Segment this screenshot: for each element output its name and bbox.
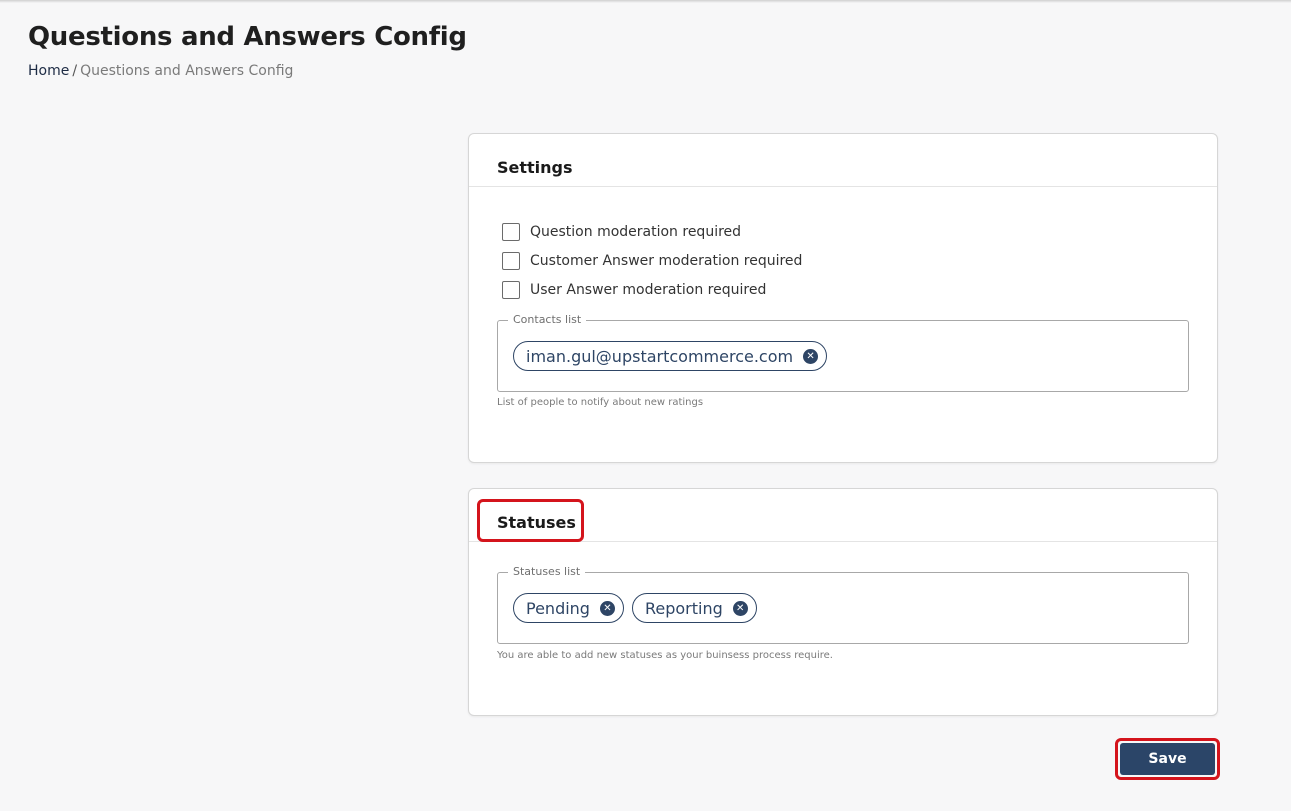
user-answer-moderation-checkbox[interactable]	[502, 281, 520, 299]
save-button[interactable]: Save	[1120, 743, 1215, 775]
remove-chip-icon[interactable]: ✕	[599, 600, 615, 616]
contacts-helper-text: List of people to notify about new ratin…	[497, 397, 704, 408]
statuses-helper-text: You are able to add new statuses as your…	[497, 650, 833, 661]
customer-answer-moderation-label: Customer Answer moderation required	[530, 253, 803, 269]
contacts-list-legend: Contacts list	[508, 313, 587, 326]
statuses-card-header: Statuses	[469, 489, 1217, 542]
question-moderation-row[interactable]: Question moderation required	[502, 223, 741, 241]
statuses-highlight-box	[477, 499, 584, 542]
top-shadow	[0, 0, 1291, 3]
customer-answer-moderation-row[interactable]: Customer Answer moderation required	[502, 252, 802, 270]
question-moderation-checkbox[interactable]	[502, 223, 520, 241]
save-highlight-box: Save	[1115, 738, 1220, 780]
status-chip-label: Reporting	[644, 598, 723, 618]
statuses-list-field[interactable]: Statuses list Pending ✕ Reporting ✕	[497, 565, 1189, 644]
remove-chip-icon[interactable]: ✕	[803, 348, 819, 364]
statuses-list-legend: Statuses list	[508, 565, 586, 578]
question-moderation-label: Question moderation required	[530, 224, 742, 240]
settings-title: Settings	[497, 158, 573, 177]
settings-card-header: Settings	[469, 134, 1217, 187]
contact-chip: iman.gul@upstartcommerce.com ✕	[513, 341, 828, 371]
customer-answer-moderation-checkbox[interactable]	[502, 252, 520, 270]
user-answer-moderation-label: User Answer moderation required	[530, 282, 767, 298]
user-answer-moderation-row[interactable]: User Answer moderation required	[502, 281, 766, 299]
status-chip-pending: Pending ✕	[513, 593, 624, 623]
contacts-list-field[interactable]: Contacts list iman.gul@upstartcommerce.c…	[497, 313, 1189, 392]
contacts-chips: iman.gul@upstartcommerce.com ✕	[513, 341, 828, 371]
remove-chip-icon[interactable]: ✕	[732, 600, 748, 616]
settings-card: Settings Question moderation required Cu…	[468, 133, 1218, 463]
breadcrumb-current: Questions and Answers Config	[80, 63, 294, 79]
status-chip-label: Pending	[526, 598, 590, 618]
page-title: Questions and Answers Config	[28, 22, 467, 52]
breadcrumb-separator: /	[72, 63, 78, 79]
contact-chip-label: iman.gul@upstartcommerce.com	[526, 346, 794, 366]
statuses-card: Statuses Statuses list Pending ✕ Reporti…	[468, 488, 1218, 716]
breadcrumb-home-link[interactable]: Home	[28, 63, 69, 79]
status-chip-reporting: Reporting ✕	[631, 593, 757, 623]
statuses-chips: Pending ✕ Reporting ✕	[513, 593, 757, 623]
breadcrumb: Home / Questions and Answers Config	[28, 63, 293, 79]
